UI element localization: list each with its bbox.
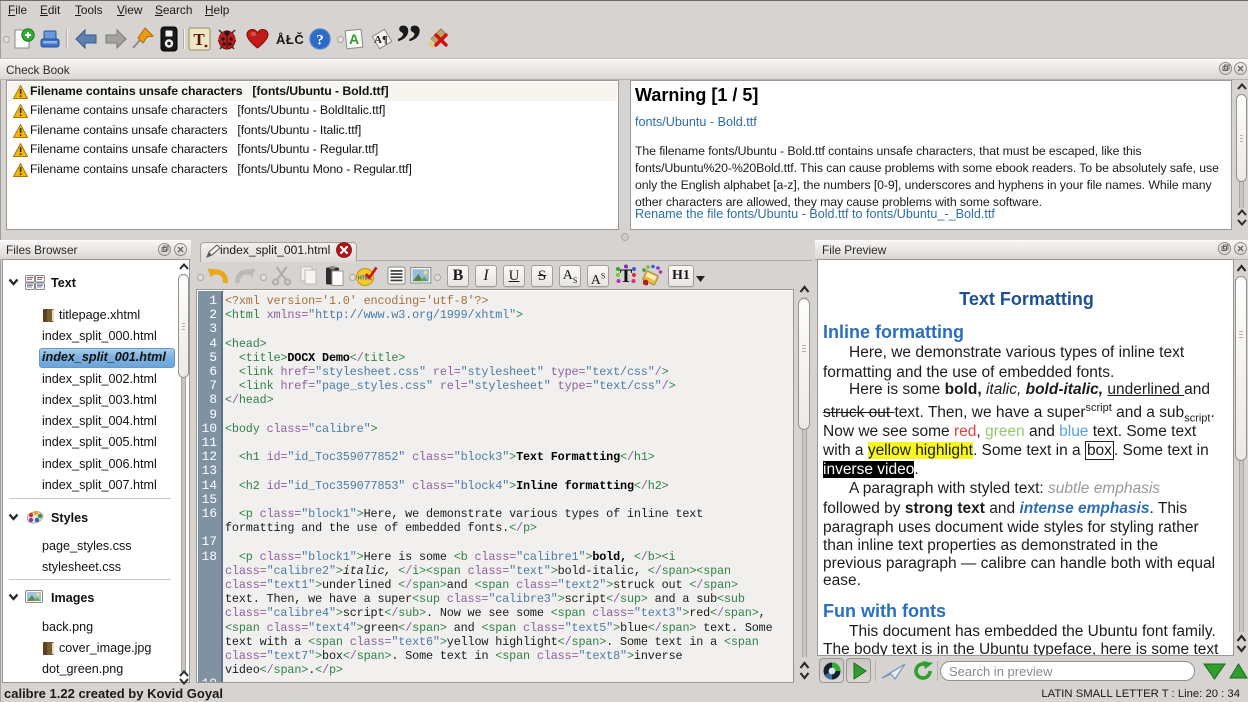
svg-text:T: T <box>620 266 633 287</box>
svg-text:A: A <box>349 31 359 47</box>
svg-text:A¶: A¶ <box>374 34 388 46</box>
svg-text:T: T <box>193 30 205 49</box>
svg-text:?: ? <box>316 33 324 49</box>
